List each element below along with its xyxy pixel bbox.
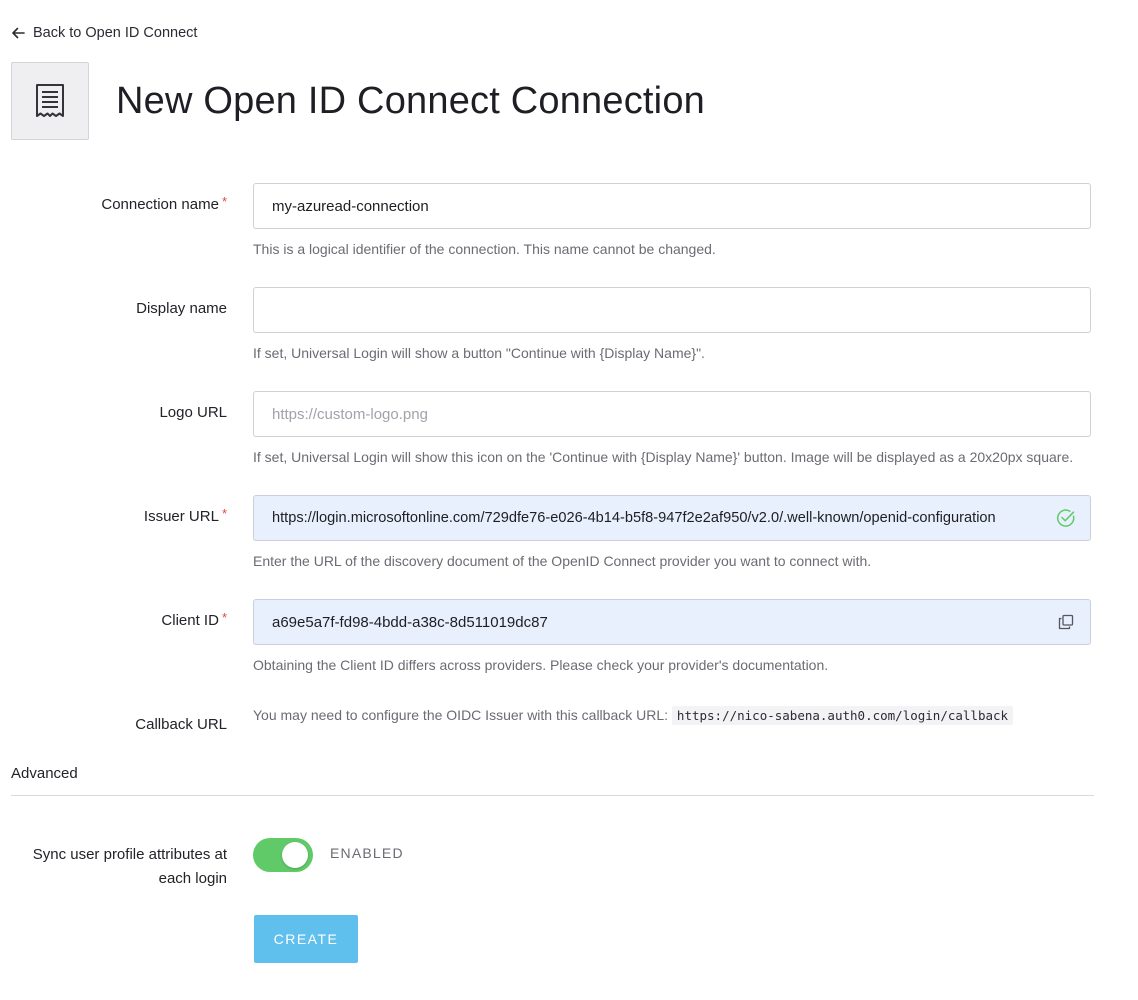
logo-url-input[interactable] [272,405,1072,423]
client-id-input[interactable] [272,613,1050,631]
logo-url-field[interactable] [253,391,1091,437]
issuer-url-input[interactable] [272,510,1050,526]
display-name-help: If set, Universal Login will show a butt… [253,345,705,361]
page-title: New Open ID Connect Connection [116,80,705,122]
sync-profile-label: Sync user profile attributes at each log… [32,846,227,887]
display-name-label: Display name [136,300,227,317]
client-id-help: Obtaining the Client ID differs across p… [253,657,829,673]
sync-profile-state: ENABLED [330,845,404,861]
connection-name-label: Connection name * [101,194,227,213]
check-circle-icon [1056,508,1076,528]
issuer-url-label: Issuer URL * [143,506,227,525]
required-mark: * [221,506,227,521]
display-name-field[interactable] [253,287,1091,333]
required-mark: * [221,194,227,209]
logo-url-help: If set, Universal Login will show this i… [253,449,1074,465]
connection-type-icon-box [11,62,89,140]
create-button[interactable]: CREATE [254,915,358,963]
callback-url-value[interactable]: https://nico-sabena.auth0.com/login/call… [671,706,1014,725]
toggle-knob [282,842,308,868]
logo-url-label: Logo URL [159,404,227,421]
connection-name-help: This is a logical identifier of the conn… [253,241,716,257]
issuer-url-help: Enter the URL of the discovery document … [253,553,872,569]
client-id-field[interactable] [253,599,1091,645]
connection-name-input[interactable] [272,197,1072,215]
sync-profile-toggle[interactable] [253,838,313,872]
display-name-input[interactable] [272,301,1072,319]
receipt-icon [36,84,64,117]
back-link-label: Back to Open ID Connect [33,25,198,41]
client-id-label: Client ID * [161,610,227,629]
copy-icon[interactable] [1056,612,1076,632]
section-divider [11,795,1094,796]
issuer-url-field[interactable] [253,495,1091,541]
connection-name-field[interactable] [253,183,1091,229]
required-mark: * [221,610,227,625]
arrow-left-icon [12,27,25,39]
back-link[interactable]: Back to Open ID Connect [11,22,197,44]
callback-url-help-text: You may need to configure the OIDC Issue… [253,707,669,723]
callback-url-label: Callback URL [135,716,227,733]
advanced-section-title: Advanced [11,765,78,782]
callback-url-help: You may need to configure the OIDC Issue… [253,706,1014,725]
